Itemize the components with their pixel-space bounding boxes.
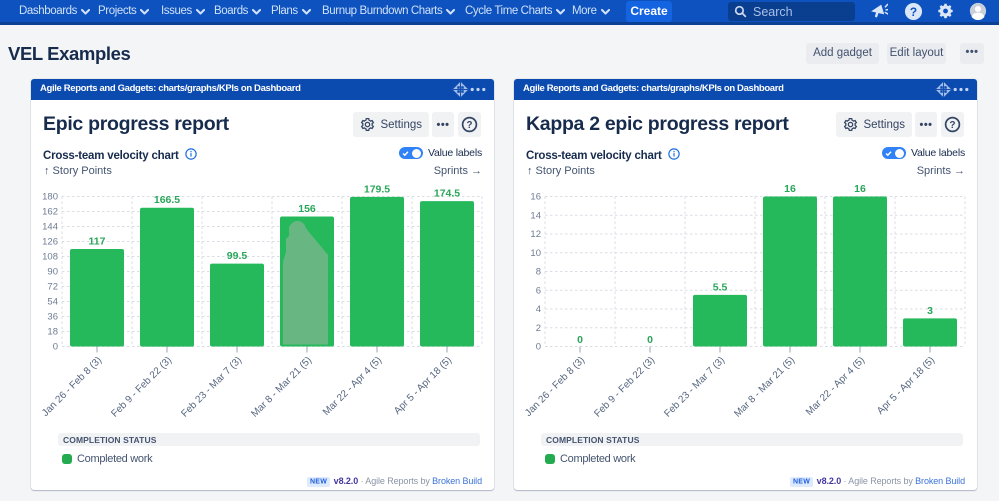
svg-text:179.5: 179.5: [364, 183, 390, 195]
svg-text:0: 0: [53, 342, 58, 353]
svg-text:162: 162: [42, 207, 58, 218]
svg-text:16: 16: [530, 192, 541, 203]
svg-text:12: 12: [530, 229, 541, 240]
svg-text:Mar 8 - Mar 21 (5): Mar 8 - Mar 21 (5): [249, 355, 314, 420]
svg-text:54: 54: [47, 297, 58, 308]
svg-text:16: 16: [854, 183, 866, 195]
svg-text:0: 0: [577, 334, 583, 346]
svg-text:180: 180: [42, 192, 58, 203]
svg-text:?: ?: [950, 120, 956, 131]
svg-text:Mar 22 - Apr 4 (5): Mar 22 - Apr 4 (5): [804, 355, 867, 418]
svg-text:Feb 23 - Mar 7 (3): Feb 23 - Mar 7 (3): [179, 355, 244, 420]
svg-text:2: 2: [536, 323, 541, 334]
svg-text:Apr 5 - Apr 18 (5): Apr 5 - Apr 18 (5): [875, 355, 937, 417]
svg-text:?: ?: [910, 5, 917, 19]
svg-text:0: 0: [647, 334, 653, 346]
svg-text:144: 144: [42, 222, 58, 233]
svg-text:Feb 9 - Feb 22 (3): Feb 9 - Feb 22 (3): [109, 355, 174, 420]
svg-text:174.5: 174.5: [434, 188, 460, 200]
svg-text:Jan 26 - Feb 8 (3): Jan 26 - Feb 8 (3): [523, 355, 587, 419]
svg-text:10: 10: [530, 248, 541, 259]
svg-text:36: 36: [47, 312, 58, 323]
svg-text:?: ?: [467, 120, 473, 131]
svg-text:72: 72: [47, 282, 58, 293]
svg-text:Jan 26 - Feb 8 (3): Jan 26 - Feb 8 (3): [40, 355, 104, 419]
svg-text:5.5: 5.5: [713, 281, 728, 293]
svg-text:108: 108: [42, 252, 58, 263]
svg-text:16: 16: [784, 183, 796, 195]
svg-text:3: 3: [927, 305, 933, 317]
svg-text:90: 90: [47, 267, 58, 278]
svg-text:14: 14: [530, 211, 541, 222]
svg-text:156: 156: [298, 203, 316, 215]
svg-text:Feb 9 - Feb 22 (3): Feb 9 - Feb 22 (3): [592, 355, 657, 420]
svg-text:6: 6: [536, 286, 541, 297]
svg-text:Mar 8 - Mar 21 (5): Mar 8 - Mar 21 (5): [732, 355, 797, 420]
svg-text:8: 8: [536, 267, 541, 278]
svg-text:Apr 5 - Apr 18 (5): Apr 5 - Apr 18 (5): [392, 355, 454, 417]
svg-text:166.5: 166.5: [154, 194, 180, 206]
svg-text:18: 18: [47, 327, 58, 338]
svg-text:4: 4: [536, 304, 541, 315]
svg-text:117: 117: [89, 236, 106, 248]
svg-text:99.5: 99.5: [227, 250, 248, 262]
svg-text:Feb 23 - Mar 7 (3): Feb 23 - Mar 7 (3): [662, 355, 727, 420]
svg-text:126: 126: [42, 237, 58, 248]
svg-text:0: 0: [536, 342, 541, 353]
svg-text:Mar 22 - Apr 4 (5): Mar 22 - Apr 4 (5): [321, 355, 384, 418]
